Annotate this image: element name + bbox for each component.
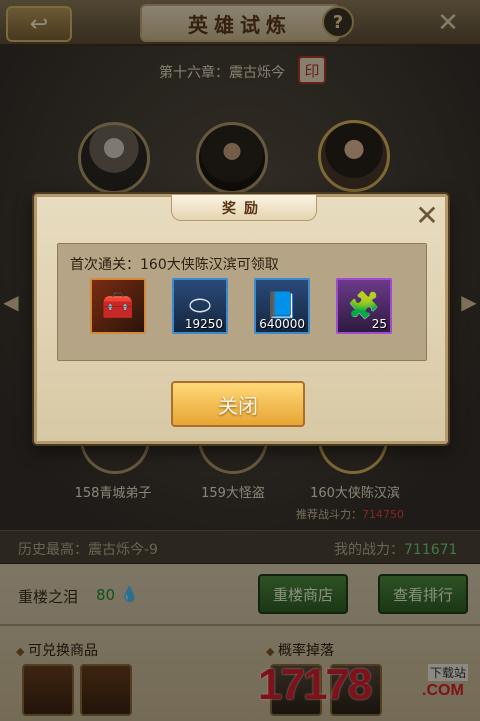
reward-panel: 首次通关：160大侠陈汉滨可领取 🧰 ⬭ 19250 📘 640000 🧩 25	[57, 243, 427, 361]
close-icon[interactable]: ✕	[413, 199, 441, 232]
reward-item[interactable]: 📘 640000	[254, 278, 310, 334]
reward-item[interactable]: ⬭ 19250	[172, 278, 228, 334]
close-button[interactable]: 关闭	[171, 381, 305, 427]
item-count: 640000	[259, 317, 305, 331]
reward-item[interactable]: 🧰	[90, 278, 146, 334]
dialog-title: 奖励	[171, 195, 317, 221]
treasure-box-icon: 🧰	[101, 291, 135, 321]
item-count: 25	[371, 317, 387, 331]
reward-dialog: 奖励 ✕ 首次通关：160大侠陈汉滨可领取 🧰 ⬭ 19250 📘 640000…	[34, 194, 448, 444]
reward-item[interactable]: 🧩 25	[336, 278, 392, 334]
reward-description: 首次通关：160大侠陈汉滨可领取	[70, 257, 279, 273]
item-count: 19250	[184, 317, 223, 331]
